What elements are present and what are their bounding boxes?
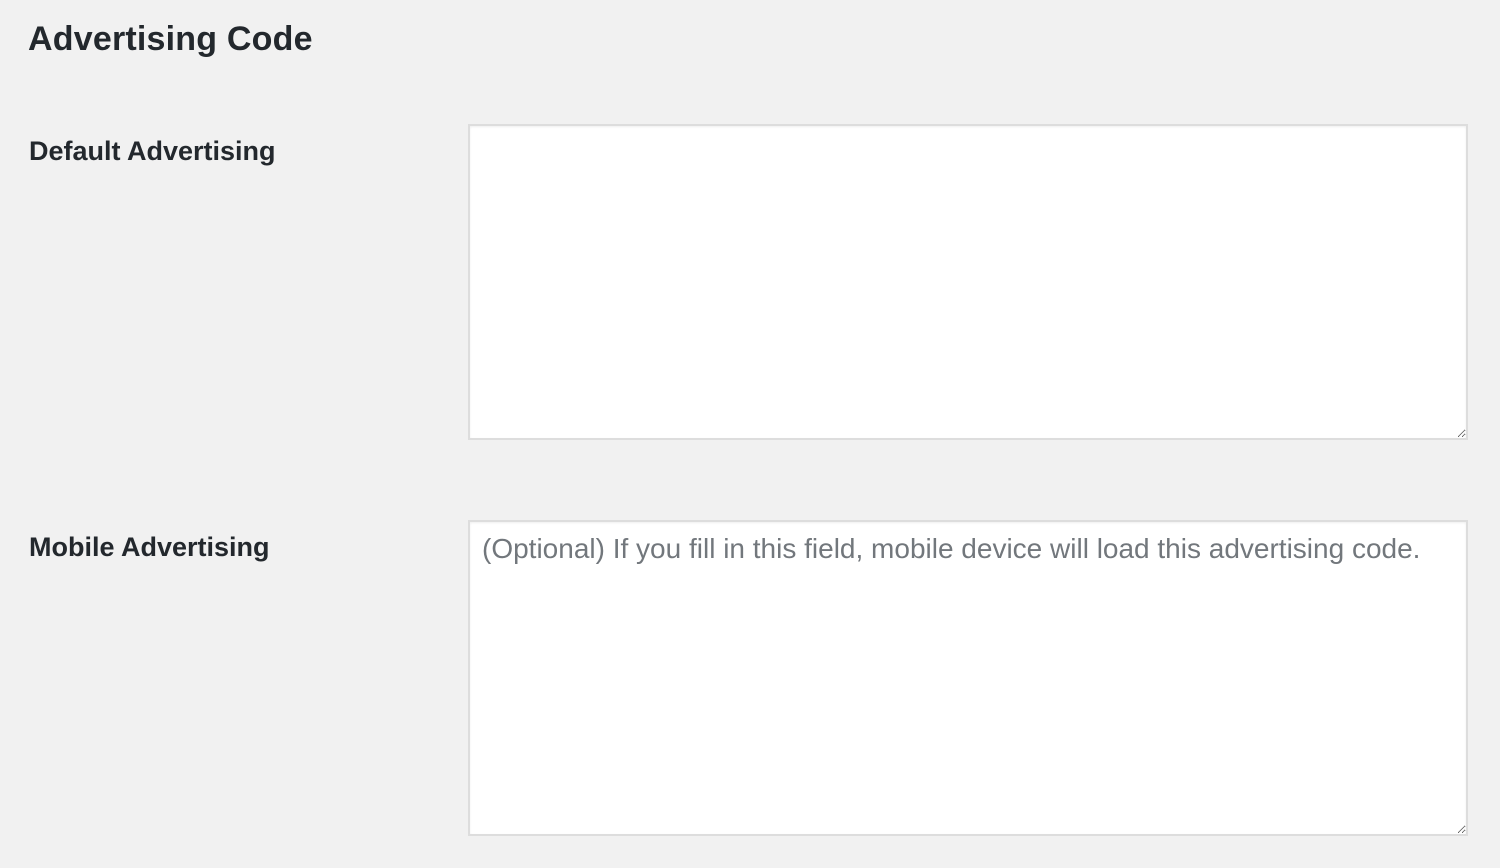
mobile-advertising-label: Mobile Advertising [29, 532, 270, 562]
default-advertising-textarea[interactable] [468, 124, 1468, 440]
mobile-advertising-textarea[interactable] [468, 520, 1468, 836]
default-advertising-label: Default Advertising [29, 136, 276, 166]
section-title: Advertising Code [28, 20, 313, 58]
